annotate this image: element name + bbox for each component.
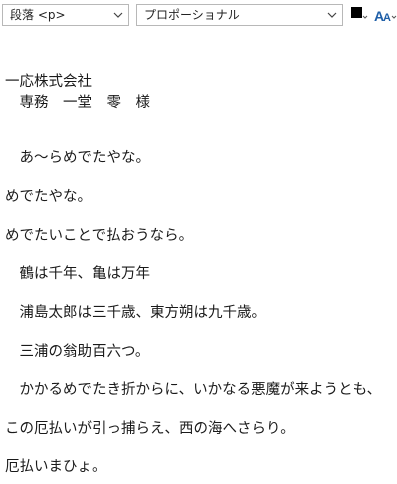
- font-family-select[interactable]: プロポーショナル: [136, 4, 343, 26]
- svg-text:A: A: [383, 12, 391, 24]
- editor-toolbar: 段落 <p> プロポーショナル A A: [0, 0, 397, 32]
- doc-line-addressee: 専務 一堂 零 様: [5, 95, 150, 111]
- font-size-button[interactable]: A A: [373, 4, 397, 26]
- doc-line: あ～らめでたやな。: [5, 150, 150, 166]
- doc-line: 鶴は千年、亀は万年: [5, 266, 150, 282]
- chevron-down-icon: [113, 12, 123, 18]
- paragraph-format-select[interactable]: 段落 <p>: [2, 4, 129, 26]
- doc-line: この厄払いが引っ捕らえ、西の海へさらり。: [5, 421, 295, 437]
- editor-content-area[interactable]: 一応株式会社 専務 一堂 零 様 あ～らめでたやな。 めでたやな。 めでたいこと…: [0, 32, 397, 484]
- doc-line: めでたやな。: [5, 189, 92, 205]
- font-family-value: プロポーショナル: [144, 8, 240, 22]
- font-size-icon: A A: [374, 8, 397, 24]
- doc-line: 厄払いまひょ。: [5, 459, 107, 475]
- chevron-down-icon: [327, 12, 337, 18]
- doc-line: 三浦の翁助百六つ。: [5, 344, 150, 360]
- chevron-down-icon: [362, 15, 368, 19]
- doc-line: 浦島太郎は三千歳、東方朔は九千歳。: [5, 305, 266, 321]
- doc-line: めでたいことで払おうなら。: [5, 228, 194, 244]
- doc-line-company: 一応株式会社: [5, 74, 92, 90]
- text-color-button[interactable]: [349, 4, 369, 26]
- paragraph-format-value: 段落 <p>: [10, 8, 66, 22]
- doc-line: かかるめでたき折からに、いかなる悪魔が来ようとも、: [5, 382, 382, 398]
